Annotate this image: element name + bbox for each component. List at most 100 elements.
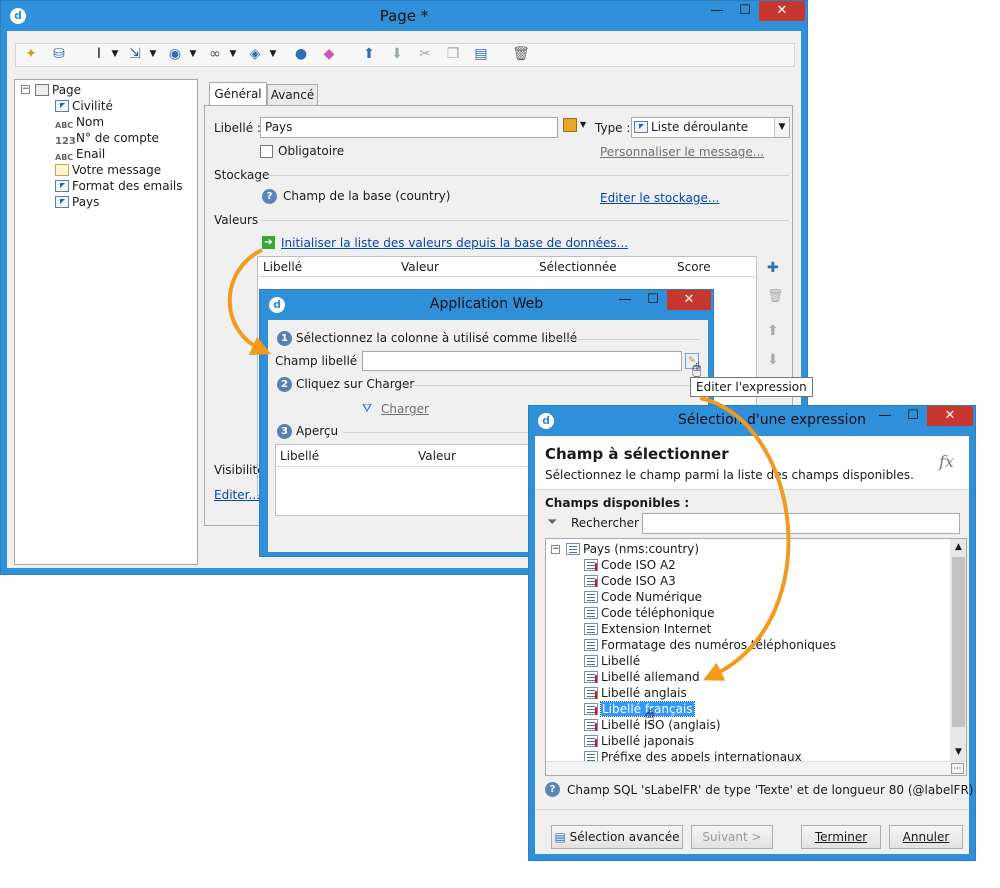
minimize-icon[interactable]: — [703, 1, 731, 21]
globe-icon[interactable]: ◉ [166, 44, 184, 64]
green-arrow-icon: ➔ [262, 236, 275, 249]
field-item[interactable]: Libellé français [584, 701, 695, 717]
indexed-field-icon [584, 719, 598, 731]
delete-value-icon[interactable]: 🗑 [767, 289, 784, 304]
tree-scrollbar[interactable]: ▲ ▼ [950, 539, 966, 761]
tab-general[interactable]: Général [209, 82, 267, 106]
init-values-link[interactable]: Initialiser la liste des valeurs depuis … [281, 236, 628, 250]
tree-item-numero-compte[interactable]: 123N° de compte [55, 130, 159, 147]
dropdown-arrow-icon[interactable]: ▼ [184, 44, 202, 64]
col-libelle[interactable]: Libellé [263, 260, 302, 274]
tree-item-email[interactable]: ABC Enail [55, 146, 105, 162]
tree-item-page[interactable]: Page [35, 82, 81, 98]
scroll-down-icon[interactable]: ▼ [950, 744, 966, 761]
cancel-button[interactable]: Annuler [889, 825, 963, 849]
champ-libelle-input[interactable] [362, 351, 682, 371]
preview-col-libelle[interactable]: Libellé [280, 449, 319, 463]
field-item[interactable]: Libellé japonais [584, 733, 694, 749]
field-item[interactable]: Formatage des numéros téléphoniques [584, 637, 836, 653]
field-cursor-icon[interactable]: ⇲ [126, 44, 144, 64]
page-window-titlebar[interactable]: d Page * — ☐ ✕ [1, 1, 807, 31]
preview-col-valeur[interactable]: Valeur [418, 449, 456, 463]
maximize-icon[interactable]: ☐ [899, 406, 927, 426]
field-item[interactable]: Code ISO A2 [584, 557, 676, 573]
shapes-icon[interactable]: ◆ [320, 44, 338, 64]
minimize-icon[interactable]: — [611, 290, 639, 310]
expression-titlebar[interactable]: d Sélection d'une expression — ☐ ✕ [529, 406, 975, 436]
col-score[interactable]: Score [677, 260, 711, 274]
search-input[interactable] [642, 513, 960, 534]
mouse-pointer-icon: 🖰 [692, 359, 702, 378]
table-icon [566, 543, 580, 555]
field-item[interactable]: Libellé [584, 653, 640, 669]
minimize-icon[interactable]: — [871, 406, 899, 426]
scroll-thumb[interactable] [952, 557, 965, 727]
dropdown-arrow-icon[interactable]: ▼ [264, 44, 282, 64]
charger-link[interactable]: Charger [381, 402, 429, 416]
maximize-icon[interactable]: ☐ [731, 1, 759, 21]
step-3-label: Aperçu [296, 424, 339, 438]
tree-item-civilite[interactable]: Civilité [55, 98, 113, 114]
move-down-icon[interactable]: ⬇ [767, 352, 779, 368]
field-item[interactable]: Extension Internet [584, 621, 711, 637]
database-icon[interactable]: ⛁ [50, 44, 68, 64]
move-up-icon[interactable]: ⬆ [360, 44, 378, 64]
col-valeur[interactable]: Valeur [401, 260, 439, 274]
copy-icon[interactable]: ❐ [444, 44, 462, 64]
paste-icon[interactable]: ▤ [472, 44, 490, 64]
cut-icon[interactable]: ✂ [416, 44, 434, 64]
field-item[interactable]: Libellé allemand [584, 669, 700, 685]
tree-item-nom[interactable]: ABC Nom [55, 114, 104, 130]
col-selectionnee[interactable]: Sélectionnée [539, 260, 617, 274]
translation-icon[interactable] [563, 118, 577, 132]
link-chain-icon[interactable]: ∞ [206, 44, 224, 64]
type-select[interactable]: Liste déroulante ▼ [631, 117, 790, 138]
close-icon[interactable]: ✕ [759, 1, 805, 21]
tree-item-format-emails[interactable]: Format des emails [55, 178, 183, 194]
expression-dialog: d Sélection d'une expression — ☐ ✕ Champ… [528, 405, 976, 861]
dropdown-arrow-icon[interactable]: ▼ [106, 44, 124, 64]
champ-base-text: Champ de la base (country) [283, 189, 451, 203]
close-icon[interactable]: ✕ [667, 290, 711, 310]
personnaliser-message-link[interactable]: Personnaliser le message... [600, 145, 764, 159]
scroll-up-icon[interactable]: ▲ [950, 539, 966, 556]
move-up-icon[interactable]: ⬆ [767, 323, 779, 339]
chevron-down-icon[interactable]: ▼ [774, 118, 789, 137]
field-item[interactable]: Code Numérique [584, 589, 702, 605]
field-item[interactable]: Code téléphonique [584, 605, 714, 621]
close-icon[interactable]: ✕ [927, 406, 973, 426]
more-options-icon[interactable]: ··· [951, 763, 964, 774]
libelle-input[interactable]: Pays [260, 117, 558, 138]
editer-stockage-link[interactable]: Editer le stockage... [600, 191, 719, 205]
user-icon[interactable]: ● [292, 44, 310, 64]
values-table-header: Libellé Valeur Sélectionnée Score [258, 257, 756, 277]
move-down-icon[interactable]: ⬇ [388, 44, 406, 64]
expression-subheading: Sélectionnez le champ parmi la liste des… [545, 468, 914, 482]
advanced-selection-button[interactable]: ▤ Sélection avancée [551, 825, 683, 849]
fx-icon[interactable]: fx [939, 452, 954, 471]
tab-avance[interactable]: Avancé [267, 84, 318, 106]
tree-collapse-icon[interactable]: − [551, 545, 560, 554]
field-item[interactable]: Libellé anglais [584, 685, 687, 701]
editer-visibility-link[interactable]: Editer... [214, 488, 260, 502]
tree-root-pays[interactable]: Pays (nms:country) [566, 541, 699, 557]
web-app-titlebar[interactable]: d Application Web — ☐ ✕ [260, 290, 713, 320]
delete-trash-icon[interactable]: 🗑 [512, 44, 530, 64]
add-value-icon[interactable]: ✚ [767, 260, 779, 276]
tree-item-pays[interactable]: Pays [55, 194, 99, 210]
step-2-label: Cliquez sur Charger [296, 377, 415, 391]
tree-item-votre-message[interactable]: Votre message [55, 162, 161, 178]
maximize-icon[interactable]: ☐ [639, 290, 667, 310]
field-item[interactable]: Code ISO A3 [584, 573, 676, 589]
next-button[interactable]: Suivant > [691, 825, 773, 849]
wand-icon[interactable]: ✦ [22, 44, 40, 64]
obligatoire-checkbox[interactable] [260, 145, 273, 158]
dropdown-arrow-icon[interactable]: ▼ [144, 44, 162, 64]
field-item-label: Extension Internet [601, 622, 712, 636]
tree-collapse-icon[interactable]: − [21, 85, 30, 94]
dropdown-arrow-icon[interactable]: ▼ [224, 44, 242, 64]
dropdown-arrow-icon[interactable]: ▼ [580, 120, 586, 129]
charger-icon: ⛛ [362, 401, 373, 415]
cube-icon[interactable]: ◈ [246, 44, 264, 64]
finish-button[interactable]: Terminer [801, 825, 881, 849]
